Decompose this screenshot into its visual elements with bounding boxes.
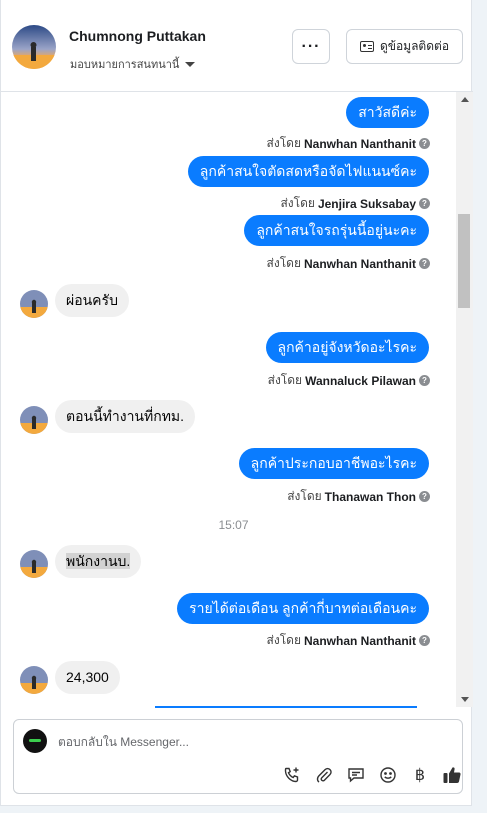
paperclip-icon[interactable] bbox=[313, 764, 335, 786]
contact-avatar-small[interactable] bbox=[20, 290, 48, 318]
reply-input[interactable] bbox=[58, 732, 438, 752]
contact-avatar-small[interactable] bbox=[20, 550, 48, 578]
sender-name: Jenjira Suksabay bbox=[317, 196, 416, 211]
sent-by-label: ส่งโดย Wannaluck Pilawan ? bbox=[268, 371, 430, 390]
phone-plus-icon[interactable] bbox=[281, 764, 303, 786]
sent-by-label: ส่งโดย Jenjira Suksabay ? bbox=[280, 194, 430, 213]
view-contact-label: ดูข้อมูลติดต่อ bbox=[379, 39, 450, 53]
conversation-panel: Chumnong Puttakan มอบหมายการสนทนานี้ ···… bbox=[0, 0, 473, 806]
scroll-down-arrow-icon[interactable] bbox=[461, 697, 469, 702]
thumbs-up-icon[interactable] bbox=[441, 764, 463, 786]
info-icon[interactable]: ? bbox=[419, 375, 430, 386]
contact-avatar-small[interactable] bbox=[20, 666, 48, 694]
sender-name: Nanwhan Nanthanit bbox=[303, 136, 416, 151]
page-avatar bbox=[23, 729, 47, 753]
outgoing-message[interactable]: ลูกค้าสนใจตัดสดหรือจัดไฟแนนซ์คะ bbox=[187, 156, 429, 187]
message-thread[interactable]: สาวัสดีค่ะ ส่งโดย Nanwhan Nanthanit ? ลู… bbox=[1, 92, 473, 707]
more-options-button[interactable]: ··· bbox=[292, 29, 330, 64]
sender-name: Wannaluck Pilawan bbox=[305, 373, 416, 388]
chat-bubble-icon[interactable] bbox=[345, 764, 367, 786]
caret-down-icon bbox=[185, 61, 196, 67]
incoming-message[interactable]: 24,300 bbox=[55, 661, 120, 694]
info-icon[interactable]: ? bbox=[419, 198, 430, 209]
partial-message-edge bbox=[155, 706, 417, 708]
contact-name: Chumnong Puttakan bbox=[69, 28, 206, 44]
emoji-icon[interactable] bbox=[377, 764, 399, 786]
ellipsis-icon: ··· bbox=[301, 37, 321, 55]
view-contact-button[interactable]: ดูข้อมูลติดต่อ bbox=[346, 29, 463, 64]
info-icon[interactable]: ? bbox=[419, 635, 430, 646]
sender-name: Nanwhan Nanthanit bbox=[303, 256, 416, 271]
incoming-message[interactable]: ผ่อนครับ bbox=[55, 284, 129, 317]
sent-by-label: ส่งโดย Nanwhan Nanthanit ? bbox=[267, 134, 430, 153]
contact-avatar-small[interactable] bbox=[20, 406, 48, 434]
incoming-message[interactable]: ตอนนี้ทำงานที่กทม. bbox=[55, 400, 196, 433]
thread-scrollbar[interactable] bbox=[456, 92, 473, 707]
outgoing-message[interactable]: สาวัสดีค่ะ bbox=[346, 97, 429, 128]
outgoing-message[interactable]: ลูกค้าอยู่จังหวัดอะไรคะ bbox=[265, 332, 429, 363]
info-icon[interactable]: ? bbox=[419, 138, 430, 149]
assign-conversation-dropdown[interactable]: มอบหมายการสนทนานี้ bbox=[70, 55, 196, 73]
sent-by-label: ส่งโดย Nanwhan Nanthanit ? bbox=[267, 254, 430, 273]
info-icon[interactable]: ? bbox=[419, 491, 430, 502]
outgoing-message[interactable]: รายได้ต่อเดือน ลูกค้ากี่บาทต่อเดือนคะ bbox=[177, 593, 429, 624]
info-icon[interactable]: ? bbox=[419, 258, 430, 269]
reply-composer: ฿ bbox=[13, 719, 463, 794]
outgoing-message[interactable]: ลูกค้าสนใจรถรุ่นนี้อยู่นะคะ bbox=[244, 215, 429, 246]
sent-by-label: ส่งโดย Nanwhan Nanthanit ? bbox=[267, 631, 430, 650]
time-divider: 15:07 bbox=[218, 518, 249, 532]
contact-card-icon bbox=[359, 41, 374, 52]
incoming-message[interactable]: พนักงานบ. bbox=[55, 545, 142, 578]
contact-avatar[interactable] bbox=[12, 25, 56, 69]
sender-name: Thanawan Thon bbox=[324, 489, 416, 504]
scrollbar-thumb[interactable] bbox=[458, 214, 470, 308]
scroll-up-arrow-icon[interactable] bbox=[461, 97, 469, 102]
outgoing-message[interactable]: ลูกค้าประกอบอาชีพอะไรคะ bbox=[238, 448, 429, 479]
composer-toolbar: ฿ bbox=[269, 764, 461, 786]
assign-label: มอบหมายการสนทนานี้ bbox=[70, 59, 180, 71]
sent-by-label: ส่งโดย Thanawan Thon ? bbox=[287, 487, 430, 506]
baht-icon[interactable]: ฿ bbox=[409, 764, 431, 786]
conversation-header: Chumnong Puttakan มอบหมายการสนทนานี้ ···… bbox=[1, 0, 473, 92]
sender-name: Nanwhan Nanthanit bbox=[303, 633, 416, 648]
